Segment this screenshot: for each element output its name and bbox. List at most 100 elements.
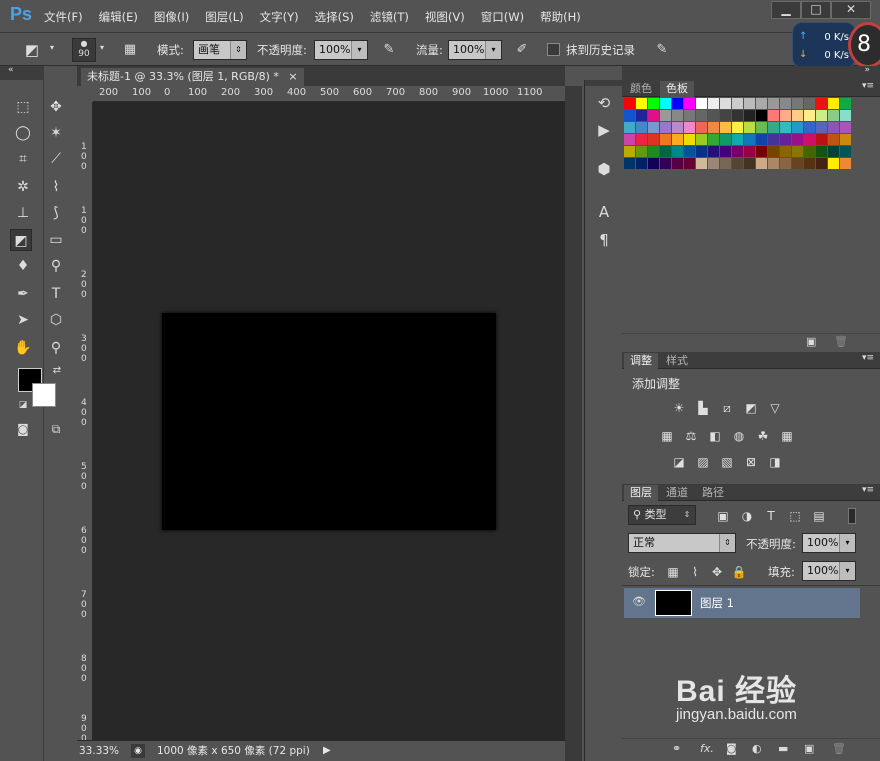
filter-pixel-icon[interactable]: ▣ [714, 508, 732, 524]
tab-layers[interactable]: 图层 [624, 485, 658, 501]
shape-tool-icon[interactable]: ⬡ [45, 309, 67, 331]
fill-input[interactable]: 100% ▾ [802, 561, 856, 581]
color-swatch[interactable] [804, 98, 816, 110]
vertical-scrollbar[interactable] [565, 86, 582, 761]
menu-file[interactable]: 文件(F) [44, 9, 83, 25]
photo-filter-icon[interactable]: ◍ [730, 428, 748, 444]
color-swatch[interactable] [840, 158, 852, 170]
healing-tool-icon[interactable]: ✲ [12, 176, 34, 198]
color-swatch[interactable] [828, 146, 840, 158]
swap-colors-icon[interactable]: ⇄ [46, 360, 68, 382]
move-tool-icon[interactable]: ✥ [45, 96, 67, 118]
maximize-button[interactable]: □ [801, 1, 831, 19]
color-swatch[interactable] [648, 122, 660, 134]
new-group-icon[interactable]: ▬ [778, 742, 788, 755]
panel-menu-icon[interactable]: ▾≡ [862, 353, 874, 363]
color-swatch[interactable] [684, 134, 696, 146]
background-color-swatch[interactable] [32, 383, 56, 407]
color-swatch[interactable] [840, 98, 852, 110]
menu-filter[interactable]: 滤镜(T) [370, 9, 409, 25]
dodge-tool-icon[interactable]: ⚲ [45, 255, 67, 277]
color-swatch[interactable] [696, 134, 708, 146]
color-swatch[interactable] [756, 134, 768, 146]
hand-tool-icon[interactable]: ✋ [12, 337, 34, 359]
color-swatch[interactable] [744, 158, 756, 170]
color-swatch[interactable] [672, 110, 684, 122]
color-swatch[interactable] [648, 158, 660, 170]
lock-transparent-icon[interactable]: ▦ [664, 564, 682, 580]
adjustment-layer-icon[interactable]: ◐ [752, 742, 762, 755]
layer-opacity-input[interactable]: 100% ▾ [802, 533, 856, 553]
color-swatch[interactable] [804, 134, 816, 146]
color-swatch[interactable] [804, 158, 816, 170]
filter-toggle[interactable] [848, 508, 856, 524]
color-swatch[interactable] [756, 122, 768, 134]
hue-saturation-icon[interactable]: ▦ [658, 428, 676, 444]
color-swatch[interactable] [708, 158, 720, 170]
panel-menu-icon[interactable]: ▾≡ [862, 485, 874, 495]
color-swatch[interactable] [684, 122, 696, 134]
tab-styles[interactable]: 样式 [660, 353, 694, 369]
filter-shape-icon[interactable]: ⬚ [786, 508, 804, 524]
pressure-size-icon[interactable]: ✎ [652, 40, 672, 60]
color-swatch[interactable] [792, 98, 804, 110]
crop-tool-icon[interactable]: ⌗ [12, 148, 34, 170]
color-swatch[interactable] [624, 110, 636, 122]
history-brush-tool-icon[interactable]: ⟆ [45, 202, 67, 224]
color-swatch[interactable] [816, 110, 828, 122]
menu-edit[interactable]: 编辑(E) [99, 9, 138, 25]
color-swatch[interactable] [756, 110, 768, 122]
black-white-icon[interactable]: ◧ [706, 428, 724, 444]
color-swatch[interactable] [840, 146, 852, 158]
color-swatch[interactable] [732, 134, 744, 146]
gradient-tool-icon[interactable]: ▭ [45, 229, 67, 251]
color-swatch[interactable] [744, 110, 756, 122]
brush-panel-icon[interactable]: ▦ [120, 40, 140, 60]
color-swatch[interactable] [816, 134, 828, 146]
color-swatch[interactable] [624, 122, 636, 134]
marquee-tool-icon[interactable]: ⬚ [12, 96, 34, 118]
color-swatch[interactable] [684, 98, 696, 110]
actions-panel-icon[interactable]: ▶ [593, 119, 615, 141]
invert-icon[interactable]: ◪ [670, 454, 688, 470]
menu-window[interactable]: 窗口(W) [481, 9, 524, 25]
lock-all-icon[interactable]: 🔒 [730, 564, 748, 580]
color-swatch[interactable] [672, 134, 684, 146]
filter-smart-icon[interactable]: ▤ [810, 508, 828, 524]
lock-position-icon[interactable]: ✥ [708, 564, 726, 580]
menu-select[interactable]: 选择(S) [315, 9, 354, 25]
layer-row[interactable]: 👁 图层 1 [624, 588, 860, 618]
color-swatch[interactable] [660, 110, 672, 122]
preset-arrow-icon[interactable]: ▾ [50, 43, 54, 52]
tab-channels[interactable]: 通道 [660, 485, 694, 501]
color-swatch[interactable] [816, 98, 828, 110]
menu-layer[interactable]: 图层(L) [205, 9, 243, 25]
color-swatch[interactable] [672, 158, 684, 170]
color-swatch[interactable] [696, 158, 708, 170]
selective-color-icon[interactable]: ⊠ [742, 454, 760, 470]
color-swatch[interactable] [828, 122, 840, 134]
color-swatch[interactable] [732, 158, 744, 170]
color-swatch[interactable] [672, 98, 684, 110]
color-swatch[interactable] [696, 122, 708, 134]
brush-size-picker[interactable]: ● 90 [72, 38, 96, 62]
add-mask-icon[interactable]: ◙ [726, 742, 737, 755]
color-swatch[interactable] [720, 134, 732, 146]
color-swatch[interactable] [720, 98, 732, 110]
color-swatch[interactable] [624, 146, 636, 158]
path-select-tool-icon[interactable]: ➤ [12, 309, 34, 331]
expand-panels-icon[interactable]: » [864, 65, 870, 75]
screen-mode-icon[interactable]: ⧉ [45, 418, 67, 440]
tab-color[interactable]: 颜色 [624, 81, 658, 97]
status-export-icon[interactable]: ◉ [131, 744, 145, 758]
color-swatch[interactable] [648, 146, 660, 158]
link-layers-icon[interactable]: ⚭ [672, 742, 681, 755]
color-swatch[interactable] [756, 158, 768, 170]
color-swatch[interactable] [768, 98, 780, 110]
3d-panel-icon[interactable]: ⬢ [593, 158, 615, 180]
color-swatch[interactable] [708, 110, 720, 122]
color-swatch[interactable] [660, 158, 672, 170]
threshold-icon[interactable]: ▧ [718, 454, 736, 470]
curves-icon[interactable]: ⧄ [718, 400, 736, 416]
type-tool-icon[interactable]: T [45, 283, 67, 305]
